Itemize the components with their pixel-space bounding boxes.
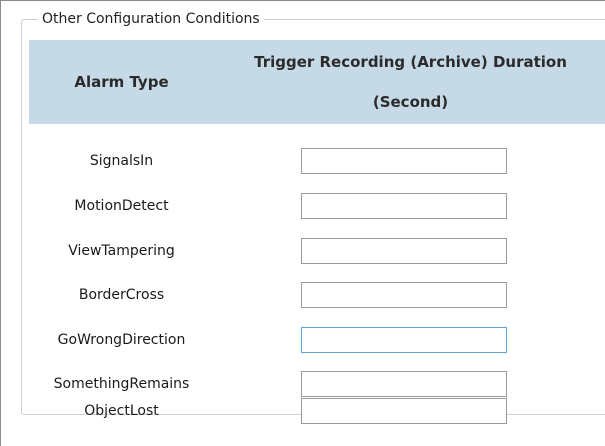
duration-input-motiondetect[interactable]: [301, 193, 507, 219]
table-row: SignalsIn: [29, 145, 605, 177]
table-row: ObjectLost: [29, 395, 605, 427]
duration-header-line2: (Second): [372, 93, 449, 111]
alarm-type-label-viewtampering: ViewTampering: [68, 243, 175, 259]
duration-input-bordercross[interactable]: [301, 282, 507, 308]
duration-input-gowrongdirection[interactable]: [301, 327, 507, 353]
table-header: Alarm Type Trigger Recording (Archive) D…: [29, 40, 605, 124]
duration-header: Trigger Recording (Archive) Duration (Se…: [214, 40, 605, 124]
duration-input-objectlost[interactable]: [301, 398, 507, 424]
alarm-type-label-objectlost: ObjectLost: [84, 403, 159, 419]
alarm-type-label-signalsin: SignalsIn: [89, 153, 154, 169]
table-row: MotionDetect: [29, 190, 605, 222]
alarm-type-label-motiondetect: MotionDetect: [74, 198, 169, 214]
other-configuration-conditions-group: Other Configuration Conditions Alarm Typ…: [21, 10, 605, 424]
alarm-type-label-gowrongdirection: GoWrongDirection: [57, 332, 186, 348]
alarm-type-label-bordercross: BorderCross: [78, 287, 165, 303]
table-row: GoWrongDirection: [29, 324, 605, 356]
group-legend: Other Configuration Conditions: [38, 10, 264, 28]
table-row: BorderCross: [29, 279, 605, 311]
table-row: ViewTampering: [29, 235, 605, 267]
duration-input-signalsin[interactable]: [301, 148, 507, 174]
duration-input-somethingremains[interactable]: [301, 371, 507, 397]
duration-header-line1: Trigger Recording (Archive) Duration: [254, 53, 567, 71]
page: Other Configuration Conditions Alarm Typ…: [0, 0, 605, 446]
duration-input-viewtampering[interactable]: [301, 238, 507, 264]
alarm-type-header: Alarm Type: [74, 73, 169, 91]
